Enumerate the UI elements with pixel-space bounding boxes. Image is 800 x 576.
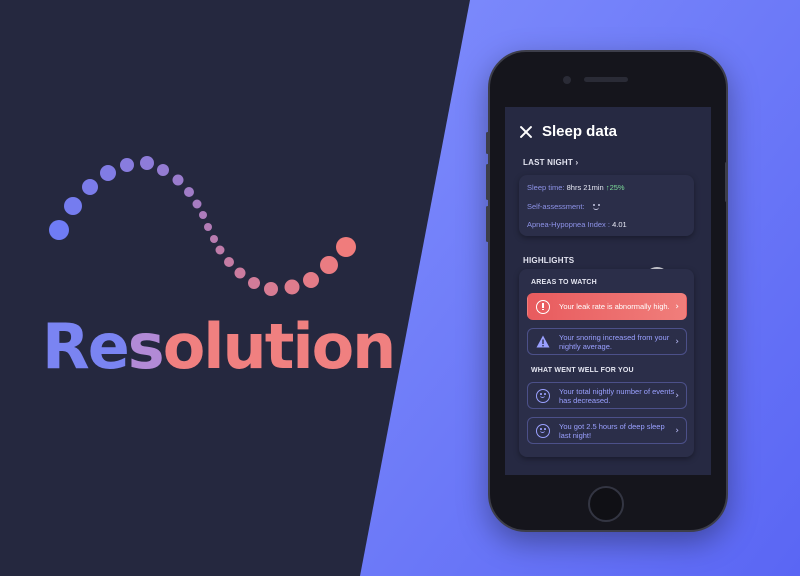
wordmark-part-s: s	[127, 310, 165, 383]
last-night-label: LAST NIGHT	[523, 158, 573, 167]
logo-dot	[100, 165, 116, 181]
leak-rate-alert-item[interactable]: Your leak rate is abnormally high. ›	[527, 293, 687, 320]
phone-camera	[563, 76, 571, 84]
events-decreased-item[interactable]: Your total nightly number of events has …	[527, 382, 687, 409]
item-text: Your snoring increased from your nightly…	[559, 332, 670, 351]
sleep-time-row: Sleep time: 8hrs 21min ↑25%	[527, 183, 625, 192]
wordmark: Resolution	[42, 316, 396, 378]
smile-icon	[592, 203, 601, 212]
last-night-link[interactable]: LAST NIGHT ›	[523, 158, 578, 167]
warning-icon	[536, 335, 550, 349]
sleep-time-label: Sleep time:	[527, 183, 565, 192]
logo-dot	[192, 199, 202, 209]
chevron-right-icon: ›	[675, 301, 679, 312]
self-assessment-label: Self-assessment:	[527, 202, 585, 211]
logo-dot	[64, 197, 82, 215]
logo-dot	[204, 223, 212, 231]
logo-dot	[82, 179, 98, 195]
logo-dot	[140, 156, 154, 170]
chevron-right-icon: ›	[675, 336, 679, 347]
logo-dot	[184, 187, 194, 197]
logo-dot	[336, 237, 356, 257]
app-screen: Sleep data LAST NIGHT › Sleep time: 8hrs…	[505, 107, 711, 475]
logo-dot	[172, 174, 184, 186]
logo-dot	[215, 245, 225, 255]
item-text: Your total nightly number of events has …	[559, 386, 675, 405]
alert-circle-icon	[536, 299, 550, 314]
sleep-time-delta: ↑25%	[605, 183, 625, 192]
item-text: Your leak rate is abnormally high.	[559, 302, 670, 311]
logo-dot	[284, 279, 300, 295]
phone-speaker	[584, 77, 628, 82]
page-title: Sleep data	[542, 123, 618, 140]
went-well-label: WHAT WENT WELL FOR YOU	[531, 367, 634, 374]
logo-dot	[120, 158, 134, 172]
chevron-right-icon: ›	[675, 425, 679, 436]
app-header: Sleep data	[519, 123, 617, 140]
ahi-label: Apnea-Hypopnea Index :	[527, 220, 610, 229]
ahi-value: 4.01	[612, 220, 627, 229]
logo-dot	[210, 235, 218, 243]
highlights-card: AREAS TO WATCH Your leak rate is abnorma…	[519, 269, 694, 457]
logo-dot	[248, 277, 260, 289]
logo-dot	[49, 220, 69, 240]
logo-dot	[320, 256, 338, 274]
happy-face-icon	[536, 423, 550, 438]
chevron-right-icon: ›	[675, 390, 679, 401]
phone-side-button	[486, 206, 489, 242]
logo-dot	[157, 164, 169, 176]
logo-dot	[224, 257, 234, 267]
item-text: You got 2.5 hours of deep sleep last nig…	[559, 421, 665, 440]
logo-dot	[303, 272, 319, 288]
phone-side-button	[486, 132, 489, 154]
happy-face-icon	[536, 388, 550, 403]
phone-side-button	[486, 164, 489, 200]
areas-to-watch-label: AREAS TO WATCH	[531, 279, 597, 286]
sleep-time-value: 8hrs 21min	[566, 183, 604, 192]
phone-mockup: Sleep data LAST NIGHT › Sleep time: 8hrs…	[486, 50, 728, 532]
wordmark-part-olution: olution	[162, 310, 397, 383]
phone-side-button	[725, 162, 728, 202]
highlights-label: HIGHLIGHTS	[523, 256, 575, 265]
wordmark-part-re: Re	[42, 310, 130, 383]
snoring-warning-item[interactable]: Your snoring increased from your nightly…	[527, 328, 687, 355]
chevron-right-icon: ›	[575, 158, 579, 167]
home-button[interactable]	[588, 486, 624, 522]
last-night-card: Sleep time: 8hrs 21min ↑25% Self-assessm…	[519, 175, 694, 236]
self-assessment-row: Self-assessment:	[527, 202, 601, 212]
logo-dot	[234, 267, 246, 279]
logo-dot	[264, 282, 278, 296]
close-icon[interactable]	[519, 125, 533, 139]
deep-sleep-item[interactable]: You got 2.5 hours of deep sleep last nig…	[527, 417, 687, 444]
ahi-row: Apnea-Hypopnea Index : 4.01	[527, 220, 627, 229]
logo-dot	[199, 211, 207, 219]
